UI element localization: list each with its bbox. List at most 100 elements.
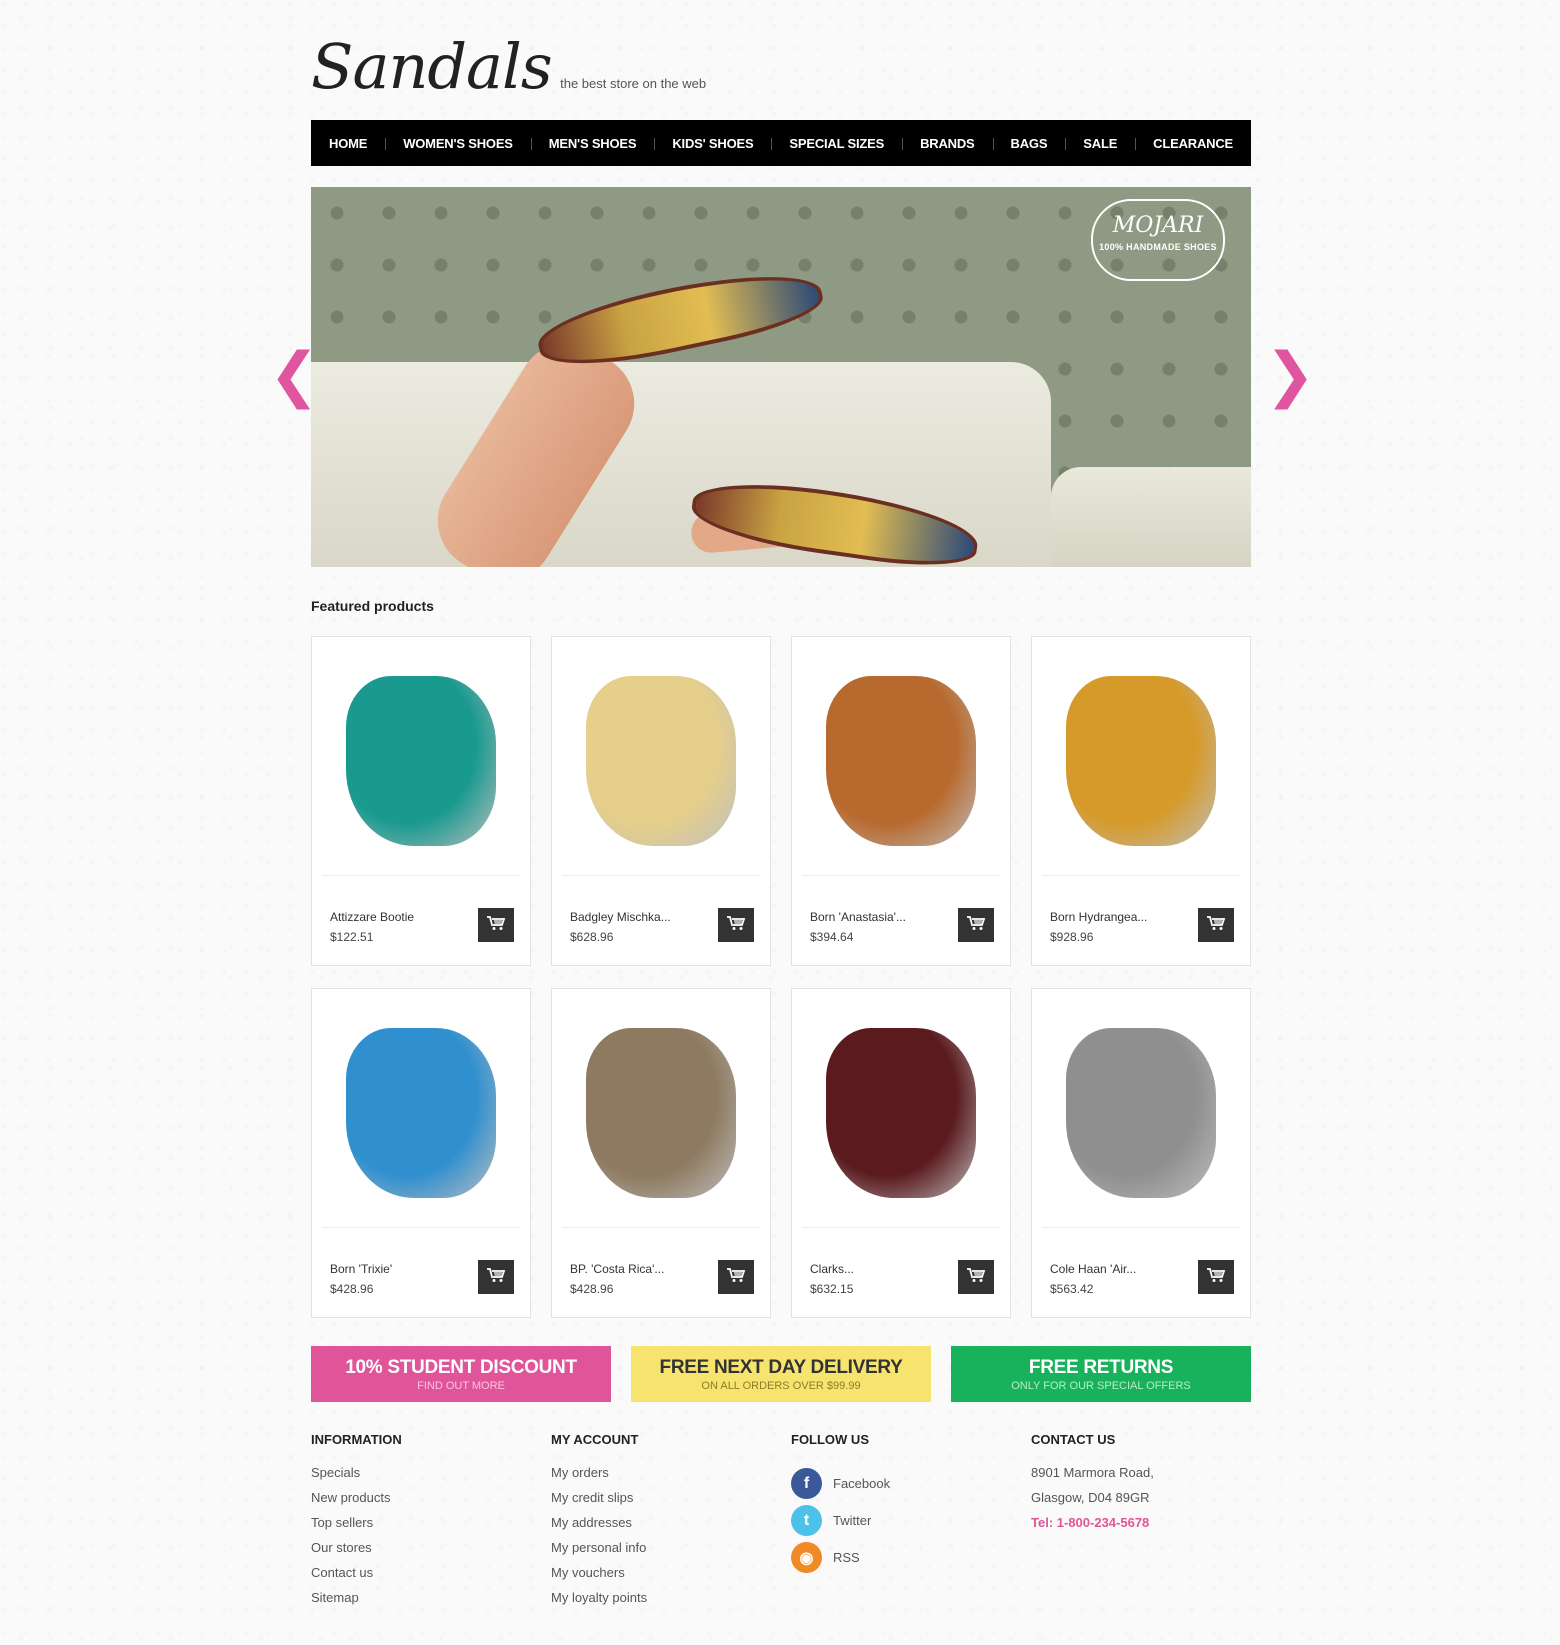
shoe-image: [826, 1028, 976, 1198]
follow-label[interactable]: RSS: [833, 1550, 860, 1565]
nav-womens-shoes[interactable]: WOMEN'S SHOES: [385, 136, 531, 151]
twitter-icon[interactable]: t: [791, 1505, 822, 1536]
product-image[interactable]: [1042, 999, 1240, 1228]
site-logo[interactable]: Sandals the best store on the web: [311, 30, 706, 103]
add-to-cart-button[interactable]: [478, 1260, 514, 1294]
footer-link-my-orders[interactable]: My orders: [551, 1465, 791, 1490]
product-name[interactable]: BP. 'Costa Rica'...: [570, 1262, 664, 1276]
product-price: $632.15: [810, 1282, 854, 1296]
hero-slider[interactable]: MOJARI 100% HANDMADE SHOES: [311, 187, 1251, 567]
footer-link-specials[interactable]: Specials: [311, 1465, 551, 1490]
product-card[interactable]: BP. 'Costa Rica'... $428.96: [551, 988, 771, 1318]
footer-link-my-vouchers[interactable]: My vouchers: [551, 1565, 791, 1590]
promo-free-delivery[interactable]: FREE NEXT DAY DELIVERY ON ALL ORDERS OVE…: [631, 1346, 931, 1402]
brand-subtitle: 100% HANDMADE SHOES: [1099, 242, 1217, 252]
nav-bags[interactable]: BAGS: [992, 136, 1066, 151]
footer-link-my-credit-slips[interactable]: My credit slips: [551, 1490, 791, 1515]
product-image[interactable]: [1042, 647, 1240, 876]
shoe-image: [1066, 676, 1216, 846]
footer: INFORMATION Specials New products Top se…: [311, 1432, 1251, 1615]
follow-twitter[interactable]: t Twitter: [791, 1502, 1031, 1539]
add-to-cart-button[interactable]: [958, 908, 994, 942]
product-price: $628.96: [570, 930, 614, 944]
shoe-image: [826, 676, 976, 846]
promo-title: FREE RETURNS: [1028, 1356, 1174, 1378]
logo-text[interactable]: Sandals: [311, 30, 553, 103]
add-to-cart-button[interactable]: [1198, 1260, 1234, 1294]
promo-subtitle: ON ALL ORDERS OVER $99.99: [701, 1379, 861, 1392]
product-image[interactable]: [562, 647, 760, 876]
facebook-icon[interactable]: f: [791, 1468, 822, 1499]
product-card[interactable]: Attizzare Bootie $122.51: [311, 636, 531, 966]
product-price: $428.96: [570, 1282, 614, 1296]
product-card[interactable]: Born 'Anastasia'... $394.64: [791, 636, 1011, 966]
product-name[interactable]: Born 'Anastasia'...: [810, 910, 906, 924]
footer-follow-us: FOLLOW US f Facebook t Twitter ◉ RSS: [791, 1432, 1031, 1615]
product-name[interactable]: Cole Haan 'Air...: [1050, 1262, 1136, 1276]
shoe-image: [346, 1028, 496, 1198]
footer-information: INFORMATION Specials New products Top se…: [311, 1432, 551, 1615]
product-name[interactable]: Born Hydrangea...: [1050, 910, 1147, 924]
nav-mens-shoes[interactable]: MEN'S SHOES: [530, 136, 655, 151]
promo-title: FREE NEXT DAY DELIVERY: [659, 1356, 903, 1378]
product-name[interactable]: Badgley Mischka...: [570, 910, 671, 924]
footer-link-new-products[interactable]: New products: [311, 1490, 551, 1515]
product-card[interactable]: Clarks... $632.15: [791, 988, 1011, 1318]
follow-facebook[interactable]: f Facebook: [791, 1465, 1031, 1502]
product-name[interactable]: Born 'Trixie': [330, 1262, 392, 1276]
nav-kids-shoes[interactable]: KIDS' SHOES: [654, 136, 771, 151]
footer-link-our-stores[interactable]: Our stores: [311, 1540, 551, 1565]
footer-link-my-addresses[interactable]: My addresses: [551, 1515, 791, 1540]
nav-brands[interactable]: BRANDS: [902, 136, 992, 151]
cart-icon: [726, 915, 746, 936]
slider-next-arrow-icon[interactable]: ❯: [1265, 345, 1315, 405]
footer-link-my-loyalty-points[interactable]: My loyalty points: [551, 1590, 791, 1615]
product-grid: Attizzare Bootie $122.51 Badgley Mischka..…: [311, 636, 1251, 1318]
add-to-cart-button[interactable]: [1198, 908, 1234, 942]
product-image[interactable]: [802, 647, 1000, 876]
footer-link-top-sellers[interactable]: Top sellers: [311, 1515, 551, 1540]
add-to-cart-button[interactable]: [718, 1260, 754, 1294]
product-image[interactable]: [802, 999, 1000, 1228]
product-name[interactable]: Attizzare Bootie: [330, 910, 414, 924]
footer-link-sitemap[interactable]: Sitemap: [311, 1590, 551, 1615]
footer-link-contact-us[interactable]: Contact us: [311, 1565, 551, 1590]
footer-link-my-personal-info[interactable]: My personal info: [551, 1540, 791, 1565]
shoe-image: [586, 1028, 736, 1198]
nav-home[interactable]: HOME: [311, 136, 385, 151]
add-to-cart-button[interactable]: [718, 908, 754, 942]
product-card[interactable]: Born Hydrangea... $928.96: [1031, 636, 1251, 966]
product-card[interactable]: Badgley Mischka... $628.96: [551, 636, 771, 966]
promo-free-returns[interactable]: FREE RETURNS ONLY FOR OUR SPECIAL OFFERS: [951, 1346, 1251, 1402]
promo-title: 10% STUDENT DISCOUNT: [345, 1356, 577, 1378]
footer-contact-us: CONTACT US 8901 Marmora Road, Glasgow, D…: [1031, 1432, 1271, 1615]
footer-heading: FOLLOW US: [791, 1432, 869, 1447]
follow-label[interactable]: Facebook: [833, 1476, 890, 1491]
cart-icon: [1206, 915, 1226, 936]
promo-student-discount[interactable]: 10% STUDENT DISCOUNT FIND OUT MORE: [311, 1346, 611, 1402]
footer-heading: MY ACCOUNT: [551, 1432, 639, 1447]
product-image[interactable]: [322, 647, 520, 876]
nav-sale[interactable]: SALE: [1065, 136, 1135, 151]
shoe-image: [586, 676, 736, 846]
contact-phone[interactable]: Tel: 1-800-234-5678: [1031, 1515, 1271, 1530]
follow-rss[interactable]: ◉ RSS: [791, 1539, 1031, 1576]
promo-subtitle: FIND OUT MORE: [417, 1379, 505, 1392]
nav-clearance[interactable]: CLEARANCE: [1135, 136, 1251, 151]
follow-label[interactable]: Twitter: [833, 1513, 871, 1528]
add-to-cart-button[interactable]: [958, 1260, 994, 1294]
product-card[interactable]: Cole Haan 'Air... $563.42: [1031, 988, 1251, 1318]
product-card[interactable]: Born 'Trixie' $428.96: [311, 988, 531, 1318]
product-name[interactable]: Clarks...: [810, 1262, 854, 1276]
contact-address-line: Glasgow, D04 89GR: [1031, 1490, 1150, 1505]
add-to-cart-button[interactable]: [478, 908, 514, 942]
slider-prev-arrow-icon[interactable]: ❮: [269, 345, 319, 405]
nav-special-sizes[interactable]: SPECIAL SIZES: [771, 136, 902, 151]
product-image[interactable]: [562, 999, 760, 1228]
product-image[interactable]: [322, 999, 520, 1228]
contact-address-line: 8901 Marmora Road,: [1031, 1465, 1154, 1480]
rss-icon[interactable]: ◉: [791, 1542, 822, 1573]
cart-icon: [486, 915, 506, 936]
product-price: $122.51: [330, 930, 374, 944]
promo-subtitle: ONLY FOR OUR SPECIAL OFFERS: [1011, 1379, 1191, 1392]
